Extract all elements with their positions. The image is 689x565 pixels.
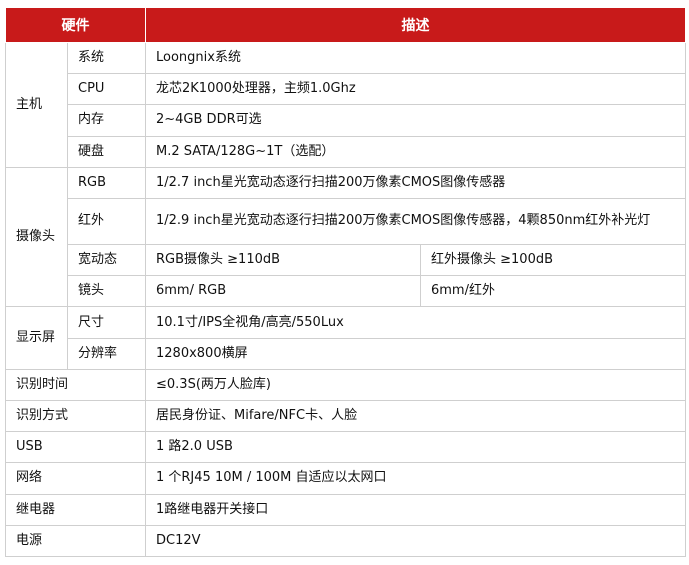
row-desc: 1/2.9 inch星光宽动态逐行扫描200万像素CMOS图像传感器，4颗850…	[145, 197, 686, 246]
table-row: 宽动态 RGB摄像头 ≥110dB 红外摄像头 ≥100dB	[6, 244, 686, 277]
group-label-camera: 摄像头	[5, 166, 68, 308]
header-hardware: 硬件	[5, 7, 146, 43]
row-desc: 1 个RJ45 10M / 100M 自适应以太网口	[145, 462, 686, 495]
row-desc: M.2 SATA/128G~1T（选配）	[145, 135, 686, 168]
row-name: 分辨率	[67, 337, 146, 370]
row-desc-b: 红外摄像头 ≥100dB	[420, 244, 686, 277]
row-name: 硬盘	[67, 135, 146, 168]
row-name: 宽动态	[67, 244, 146, 277]
table-header-row: 硬件 描述	[5, 7, 686, 43]
table-row: 继电器 1路继电器开关接口	[5, 493, 686, 526]
table-row: CPU 龙芯2K1000处理器，主频1.0Ghz	[6, 73, 686, 106]
row-name: 尺寸	[67, 306, 146, 339]
row-name: 网络	[5, 462, 146, 495]
row-desc-a: RGB摄像头 ≥110dB	[145, 244, 421, 277]
table-row: USB 1 路2.0 USB	[5, 431, 686, 464]
table-row: 电源 DC12V	[5, 524, 686, 558]
row-desc: DC12V	[145, 524, 686, 558]
row-name: CPU	[67, 73, 146, 106]
row-name: 系统	[67, 41, 146, 75]
group-label-display: 显示屏	[5, 306, 68, 370]
row-name: 继电器	[5, 493, 146, 526]
table-row: 显示屏 尺寸 10.1寸/IPS全视角/高亮/550Lux	[5, 306, 686, 370]
group-label-host: 主机	[5, 42, 68, 168]
row-desc: ≤0.3S(两万人脸库)	[145, 368, 686, 401]
table-row: 内存 2~4GB DDR可选	[6, 104, 686, 137]
row-name: 识别时间	[5, 368, 146, 401]
row-name: RGB	[67, 166, 146, 199]
row-desc: 1路继电器开关接口	[145, 493, 686, 526]
table-row: 网络 1 个RJ45 10M / 100M 自适应以太网口	[5, 462, 686, 495]
table-row: 识别时间 ≤0.3S(两万人脸库)	[5, 368, 686, 401]
row-desc: 1 路2.0 USB	[145, 431, 686, 464]
row-desc: Loongnix系统	[145, 41, 686, 75]
row-name: 镜头	[67, 275, 146, 308]
table-row: 分辨率 1280x800横屏	[6, 337, 686, 370]
row-desc: 1280x800横屏	[145, 337, 686, 370]
row-name: 电源	[5, 524, 146, 558]
table-row: 识别方式 居民身份证、Mifare/NFC卡、人脸	[5, 399, 686, 433]
table-row: 红外 1/2.9 inch星光宽动态逐行扫描200万像素CMOS图像传感器，4颗…	[6, 197, 686, 246]
row-name: 识别方式	[5, 399, 146, 433]
row-desc: 10.1寸/IPS全视角/高亮/550Lux	[145, 306, 686, 339]
row-name: USB	[5, 431, 146, 464]
row-desc: 2~4GB DDR可选	[145, 104, 686, 137]
row-name: 内存	[67, 104, 146, 137]
table-row: 摄像头 RGB 1/2.7 inch星光宽动态逐行扫描200万像素CMOS图像传…	[5, 166, 686, 308]
row-desc-a: 6mm/ RGB	[145, 275, 421, 308]
row-desc: 1/2.7 inch星光宽动态逐行扫描200万像素CMOS图像传感器	[145, 166, 686, 199]
row-desc: 龙芯2K1000处理器，主频1.0Ghz	[145, 73, 686, 106]
table-row: 硬盘 M.2 SATA/128G~1T（选配）	[6, 135, 686, 168]
row-desc: 居民身份证、Mifare/NFC卡、人脸	[145, 399, 686, 433]
header-description: 描述	[145, 7, 686, 43]
table-row: 主机 系统 Loongnix系统	[5, 41, 686, 168]
table-row: 镜头 6mm/ RGB 6mm/红外	[6, 275, 686, 308]
spec-table: 硬件 描述 主机 系统 Loongnix系统 CPU 龙芯2K1000处理器，主…	[5, 7, 686, 558]
row-name: 红外	[67, 197, 146, 246]
row-desc-b: 6mm/红外	[420, 275, 686, 308]
